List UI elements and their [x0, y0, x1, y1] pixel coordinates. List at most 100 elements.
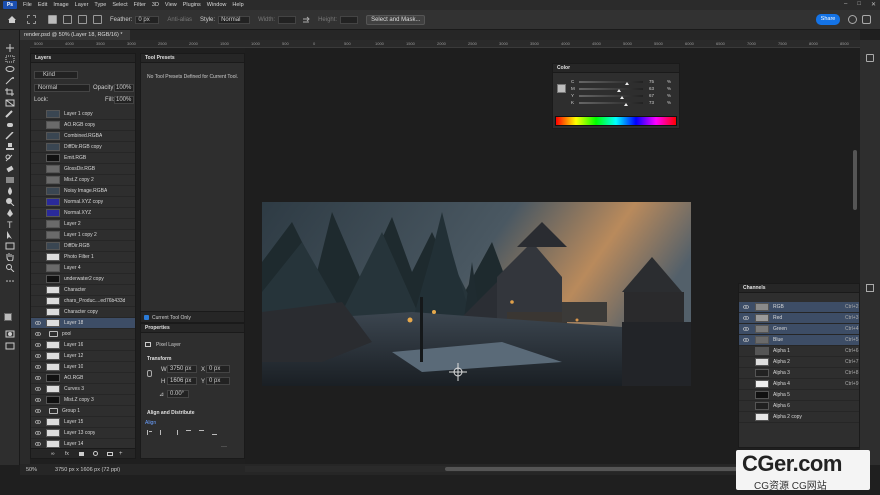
- color-panel-toggle-icon[interactable]: [866, 54, 874, 62]
- visibility-eye-icon[interactable]: [35, 167, 41, 172]
- minimize-button[interactable]: –: [844, 1, 847, 8]
- swap-icon[interactable]: [302, 16, 310, 24]
- history-brush-icon[interactable]: [5, 154, 15, 162]
- visibility-eye-icon[interactable]: [35, 211, 41, 216]
- layer-row[interactable]: Layer 1 copy: [31, 109, 135, 120]
- channel-row[interactable]: Blue Ctrl+5: [739, 335, 859, 346]
- layer-row[interactable]: Combined.RGBA: [31, 131, 135, 142]
- layer-row[interactable]: Layer 4: [31, 263, 135, 274]
- rectangle-tool-icon[interactable]: [5, 242, 15, 250]
- channel-row[interactable]: Alpha 6: [739, 401, 859, 412]
- layer-row[interactable]: AO.RGB copy: [31, 120, 135, 131]
- gradient-tool-icon[interactable]: [5, 176, 15, 184]
- color-slider-track[interactable]: [579, 102, 643, 104]
- layer-row[interactable]: Layer 15: [31, 417, 135, 428]
- layer-row[interactable]: Layer 18: [31, 318, 135, 329]
- feather-input[interactable]: 0 px: [135, 15, 160, 24]
- marquee-tool-icon[interactable]: [27, 15, 36, 24]
- layer-row[interactable]: Noisy Image.RGBA: [31, 186, 135, 197]
- visibility-eye-icon[interactable]: [35, 321, 41, 326]
- menu-window[interactable]: Window: [207, 2, 227, 8]
- layer-row[interactable]: Character: [31, 285, 135, 296]
- layer-row[interactable]: underwater2 copy: [31, 274, 135, 285]
- pen-tool-icon[interactable]: [5, 209, 15, 217]
- visibility-eye-icon[interactable]: [743, 393, 749, 398]
- channel-row[interactable]: Alpha 1 Ctrl+6: [739, 346, 859, 357]
- color-spectrum[interactable]: [555, 116, 677, 126]
- visibility-eye-icon[interactable]: [35, 200, 41, 205]
- visibility-eye-icon[interactable]: [35, 398, 41, 403]
- channel-row[interactable]: Red Ctrl+3: [739, 313, 859, 324]
- align-vcenter-icon[interactable]: [199, 430, 204, 435]
- visibility-eye-icon[interactable]: [743, 360, 749, 365]
- path-selection-icon[interactable]: [5, 231, 15, 239]
- blur-tool-icon[interactable]: [5, 187, 15, 195]
- align-top-icon[interactable]: [186, 430, 191, 435]
- visibility-eye-icon[interactable]: [743, 316, 749, 321]
- current-tool-only-checkbox[interactable]: [144, 315, 149, 320]
- channel-row[interactable]: RGB Ctrl+2: [739, 302, 859, 313]
- menu-plugins[interactable]: Plugins: [183, 2, 201, 8]
- menu-select[interactable]: Select: [112, 2, 127, 8]
- layer-row[interactable]: Layer 13 copy: [31, 428, 135, 439]
- layer-row[interactable]: Layer 10: [31, 362, 135, 373]
- link-dimensions-icon[interactable]: [147, 370, 152, 377]
- layer-row[interactable]: Layer 1 copy 2: [31, 230, 135, 241]
- link-layers-icon[interactable]: ∞: [51, 451, 55, 457]
- ruler-horizontal[interactable]: 5000 4000 3500 3000 2500 2000 1500 1000 500 0 500 1…: [30, 40, 860, 48]
- channel-row[interactable]: Alpha 3 Ctrl+8: [739, 368, 859, 379]
- move-tool-icon[interactable]: [5, 44, 15, 52]
- visibility-eye-icon[interactable]: [35, 354, 41, 359]
- layer-row[interactable]: Layer 2: [31, 219, 135, 230]
- visibility-eye-icon[interactable]: [35, 343, 41, 348]
- visibility-eye-icon[interactable]: [35, 255, 41, 260]
- color-foreground-swatch[interactable]: [557, 84, 566, 93]
- opacity-input[interactable]: 100%: [114, 84, 134, 92]
- crop-tool-icon[interactable]: [5, 88, 15, 96]
- fill-input[interactable]: 100%: [114, 96, 134, 104]
- color-slider-knob[interactable]: [619, 96, 624, 99]
- home-icon[interactable]: [7, 15, 17, 24]
- visibility-eye-icon[interactable]: [35, 244, 41, 249]
- layer-kind-filter[interactable]: Kind: [34, 71, 78, 79]
- visibility-eye-icon[interactable]: [743, 338, 749, 343]
- height-field[interactable]: 1606 px: [167, 377, 197, 385]
- layer-row[interactable]: AO.RGB: [31, 373, 135, 384]
- type-tool-icon[interactable]: T: [5, 220, 15, 230]
- width-field[interactable]: 3750 px: [167, 365, 197, 373]
- channel-row[interactable]: Alpha 5: [739, 390, 859, 401]
- photoshop-logo[interactable]: Ps: [3, 1, 17, 9]
- visibility-eye-icon[interactable]: [35, 431, 41, 436]
- layer-row[interactable]: Mist.Z copy 2: [31, 175, 135, 186]
- visibility-eye-icon[interactable]: [35, 376, 41, 381]
- share-button[interactable]: Share: [816, 14, 840, 25]
- menu-help[interactable]: Help: [232, 2, 243, 8]
- layer-row[interactable]: Mist.Z copy 3: [31, 395, 135, 406]
- layer-row[interactable]: Emit.RGB: [31, 153, 135, 164]
- layer-row[interactable]: DiffDir.RGB: [31, 241, 135, 252]
- healing-brush-icon[interactable]: [5, 121, 15, 129]
- visibility-eye-icon[interactable]: [35, 387, 41, 392]
- layer-row[interactable]: Character copy: [31, 307, 135, 318]
- color-slider-knob[interactable]: [625, 82, 629, 85]
- visibility-eye-icon[interactable]: [35, 420, 41, 425]
- color-value-field[interactable]: 63: [649, 86, 663, 92]
- visibility-eye-icon[interactable]: [35, 310, 41, 315]
- menu-filter[interactable]: Filter: [134, 2, 146, 8]
- add-selection-icon[interactable]: [63, 15, 72, 24]
- align-hcenter-icon[interactable]: [160, 430, 165, 435]
- add-mask-icon[interactable]: [79, 452, 84, 456]
- color-slider-knob[interactable]: [623, 103, 628, 106]
- lasso-tool-icon[interactable]: [5, 66, 15, 74]
- layer-row[interactable]: Layer 16: [31, 340, 135, 351]
- zoom-tool-icon[interactable]: [5, 264, 15, 273]
- hand-tool-icon[interactable]: [5, 253, 15, 262]
- frame-tool-icon[interactable]: [5, 99, 15, 107]
- align-bottom-icon[interactable]: [212, 430, 217, 435]
- new-layer-icon[interactable]: +: [119, 451, 123, 457]
- visibility-eye-icon[interactable]: [35, 299, 41, 304]
- visibility-eye-icon[interactable]: [35, 156, 41, 161]
- visibility-eye-icon[interactable]: [743, 382, 749, 387]
- color-slider-track[interactable]: [579, 95, 643, 97]
- menu-layer[interactable]: Layer: [75, 2, 89, 8]
